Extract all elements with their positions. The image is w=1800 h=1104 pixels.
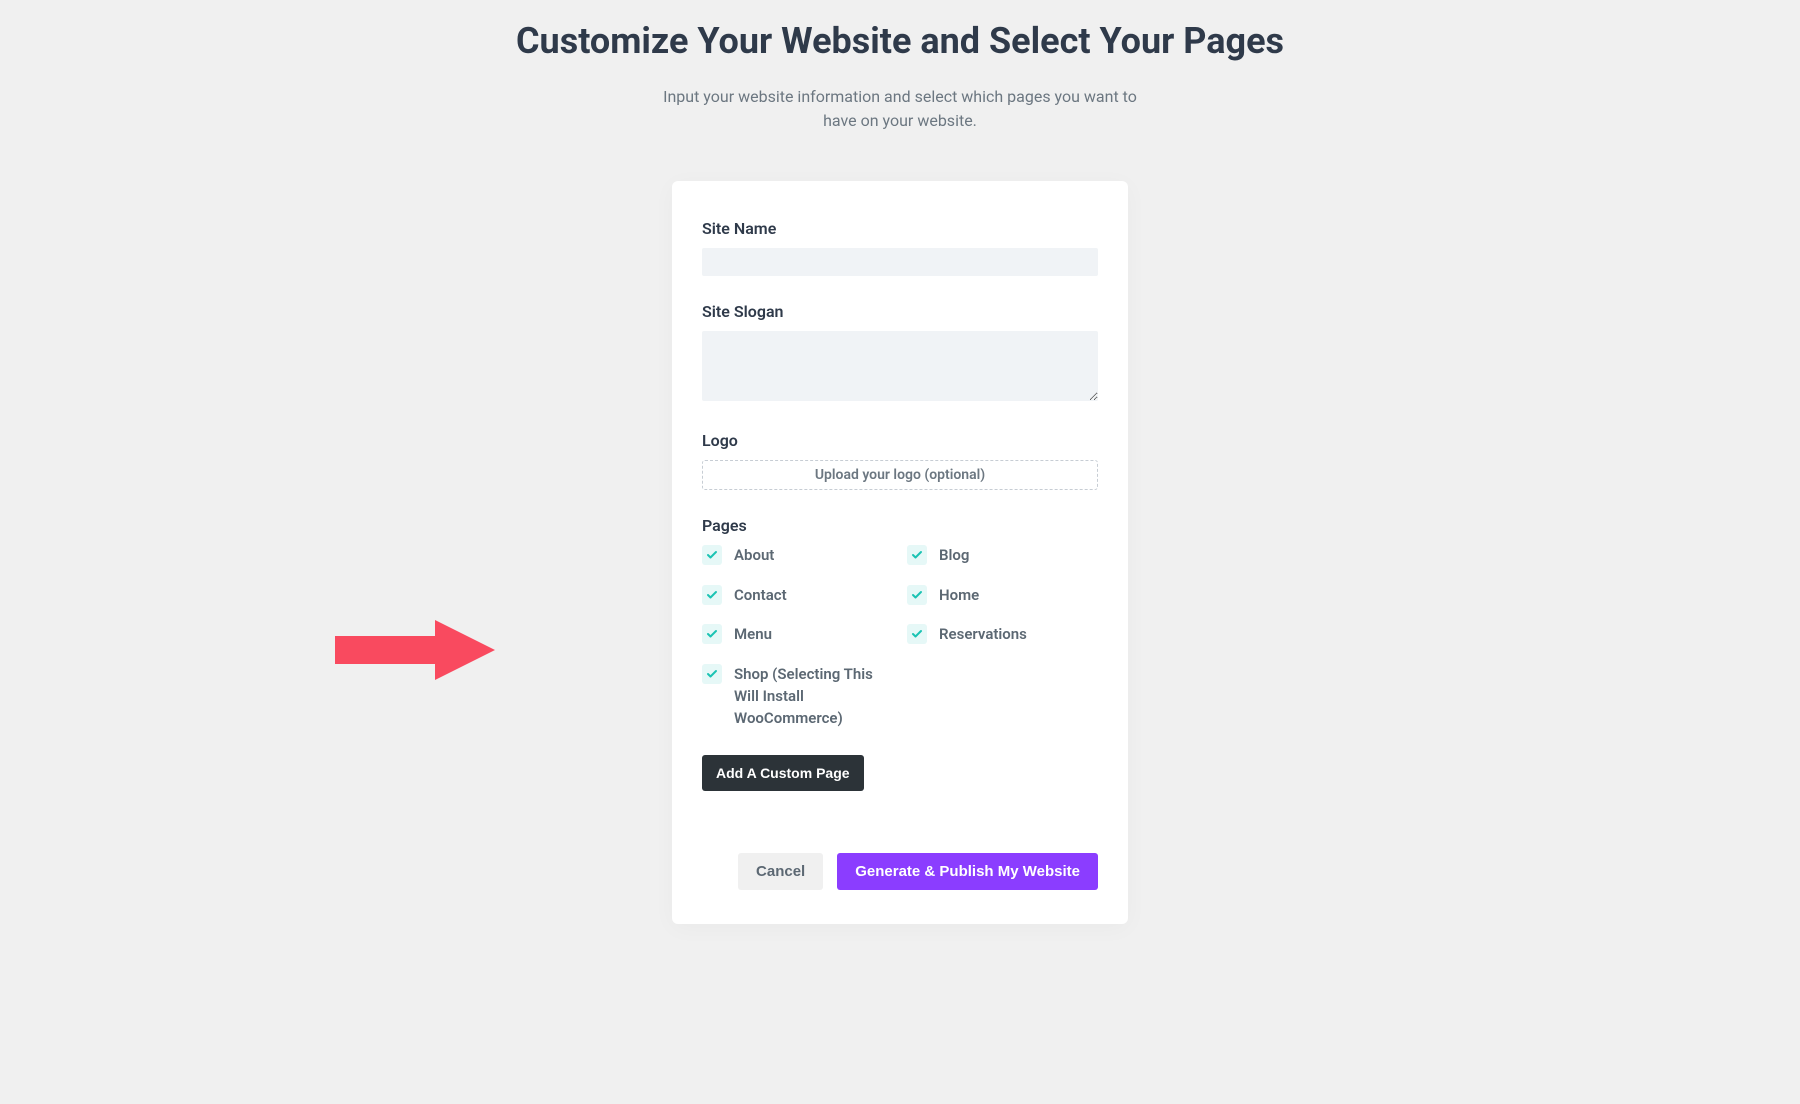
- page-title: Customize Your Website and Select Your P…: [0, 18, 1800, 65]
- checkbox-menu[interactable]: [702, 624, 722, 644]
- button-row: Cancel Generate & Publish My Website: [702, 853, 1098, 890]
- page-item-about: About: [702, 545, 893, 567]
- page-subtitle: Input your website information and selec…: [650, 85, 1150, 133]
- logo-field: Logo Upload your logo (optional): [702, 431, 1098, 490]
- page-item-shop: Shop (Selecting This Will Install WooCom…: [702, 664, 893, 729]
- checkbox-contact[interactable]: [702, 585, 722, 605]
- page-label: Contact: [734, 585, 787, 607]
- checkbox-about[interactable]: [702, 545, 722, 565]
- pages-field: Pages About Blog: [702, 516, 1098, 828]
- page-item-reservations: Reservations: [907, 624, 1098, 646]
- page-item-menu: Menu: [702, 624, 893, 646]
- page-item-home: Home: [907, 585, 1098, 607]
- check-icon: [911, 549, 923, 561]
- customize-card: Site Name Site Slogan Logo Upload your l…: [672, 181, 1128, 925]
- site-name-label: Site Name: [702, 219, 1098, 238]
- check-icon: [706, 589, 718, 601]
- check-icon: [911, 628, 923, 640]
- check-icon: [706, 628, 718, 640]
- page-item-contact: Contact: [702, 585, 893, 607]
- checkbox-blog[interactable]: [907, 545, 927, 565]
- site-name-input[interactable]: [702, 248, 1098, 276]
- page-label: About: [734, 545, 774, 567]
- check-icon: [706, 668, 718, 680]
- cancel-button[interactable]: Cancel: [738, 853, 823, 890]
- pages-label: Pages: [702, 516, 1098, 535]
- site-slogan-label: Site Slogan: [702, 302, 1098, 321]
- site-slogan-input[interactable]: [702, 331, 1098, 401]
- logo-upload[interactable]: Upload your logo (optional): [702, 460, 1098, 490]
- page-label: Blog: [939, 545, 969, 567]
- check-icon: [706, 549, 718, 561]
- site-slogan-field: Site Slogan: [702, 302, 1098, 405]
- add-custom-page-button[interactable]: Add A Custom Page: [702, 755, 864, 791]
- logo-label: Logo: [702, 431, 1098, 450]
- site-name-field: Site Name: [702, 219, 1098, 276]
- checkbox-home[interactable]: [907, 585, 927, 605]
- page-item-blog: Blog: [907, 545, 1098, 567]
- checkbox-reservations[interactable]: [907, 624, 927, 644]
- pages-grid: About Blog Conta: [702, 545, 1098, 730]
- generate-button[interactable]: Generate & Publish My Website: [837, 853, 1098, 890]
- page-label: Home: [939, 585, 979, 607]
- page-label: Menu: [734, 624, 772, 646]
- page-label: Shop (Selecting This Will Install WooCom…: [734, 664, 893, 729]
- checkbox-shop[interactable]: [702, 664, 722, 684]
- check-icon: [911, 589, 923, 601]
- page-label: Reservations: [939, 624, 1027, 646]
